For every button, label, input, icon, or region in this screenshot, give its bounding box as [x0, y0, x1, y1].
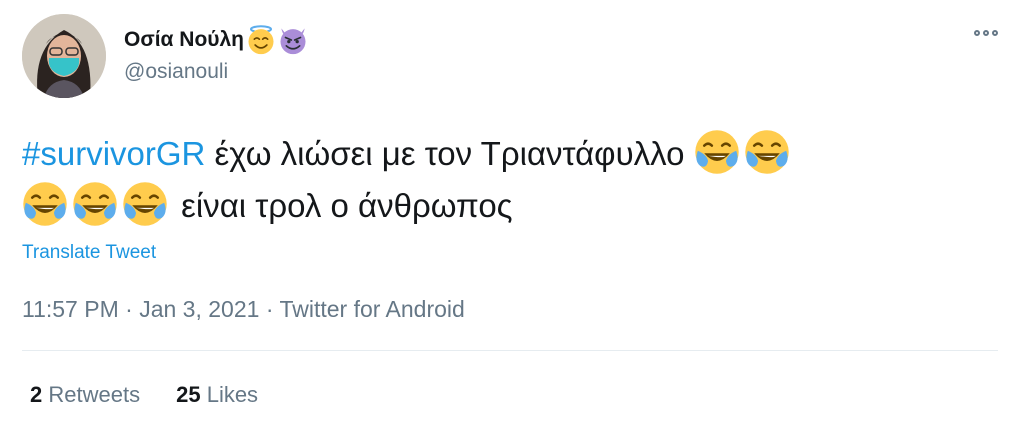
hashtag-link[interactable]: #survivorGR — [22, 135, 205, 172]
translate-tweet-link[interactable]: Translate Tweet — [22, 242, 156, 264]
author-display-name[interactable]: Οσία Νούλη — [124, 25, 308, 55]
author-handle[interactable]: @osianouli — [124, 60, 308, 84]
smiling-face-with-halo-icon — [246, 25, 276, 55]
divider — [22, 350, 998, 351]
tweet-text-line-1: #survivorGR έχω λιώσει με τον Τριαντάφυλ… — [22, 128, 1002, 180]
tweet-text-line-2: είναι τρολ ο άνθρωπος — [22, 180, 1002, 232]
tweet-date[interactable]: Jan 3, 2021 — [139, 296, 259, 322]
dot-icon — [983, 30, 989, 36]
tweet-stats: 2 Retweets 25 Likes — [30, 382, 258, 408]
tweet-text-segment-2: είναι τρολ ο άνθρωπος — [172, 187, 513, 224]
tweet-source[interactable]: Twitter for Android — [279, 296, 464, 322]
face-with-tears-of-joy-icon — [72, 181, 118, 227]
dot-icon — [992, 30, 998, 36]
meta-separator: · — [125, 296, 133, 322]
tweet-meta: 11:57 PM · Jan 3, 2021 · Twitter for And… — [22, 296, 465, 323]
smiling-face-with-horns-icon — [278, 25, 308, 55]
avatar[interactable] — [22, 14, 106, 98]
retweets-label: Retweets — [48, 382, 141, 407]
likes-count: 25 — [176, 382, 201, 407]
tweet-card: Οσία Νούλη @osianouli #survivorGR έχω λι… — [0, 0, 1024, 435]
likes-stat[interactable]: 25 Likes — [176, 382, 258, 408]
face-with-tears-of-joy-icon — [694, 129, 740, 175]
author-name-text: Οσία Νούλη — [124, 28, 245, 51]
tweet-text-segment-1: έχω λιώσει με τον Τριαντάφυλλο — [205, 135, 694, 172]
meta-separator: · — [265, 296, 274, 322]
more-options-icon[interactable] — [974, 30, 998, 36]
author-block: Οσία Νούλη @osianouli — [124, 25, 308, 84]
face-with-tears-of-joy-icon — [744, 129, 790, 175]
retweets-stat[interactable]: 2 Retweets — [30, 382, 140, 408]
tweet-time[interactable]: 11:57 PM — [22, 296, 119, 322]
dot-icon — [974, 30, 980, 36]
face-with-tears-of-joy-icon — [22, 181, 68, 227]
tweet-text: #survivorGR έχω λιώσει με τον Τριαντάφυλ… — [22, 128, 1002, 232]
face-with-tears-of-joy-icon — [122, 181, 168, 227]
retweets-count: 2 — [30, 382, 43, 407]
likes-label: Likes — [206, 382, 259, 407]
